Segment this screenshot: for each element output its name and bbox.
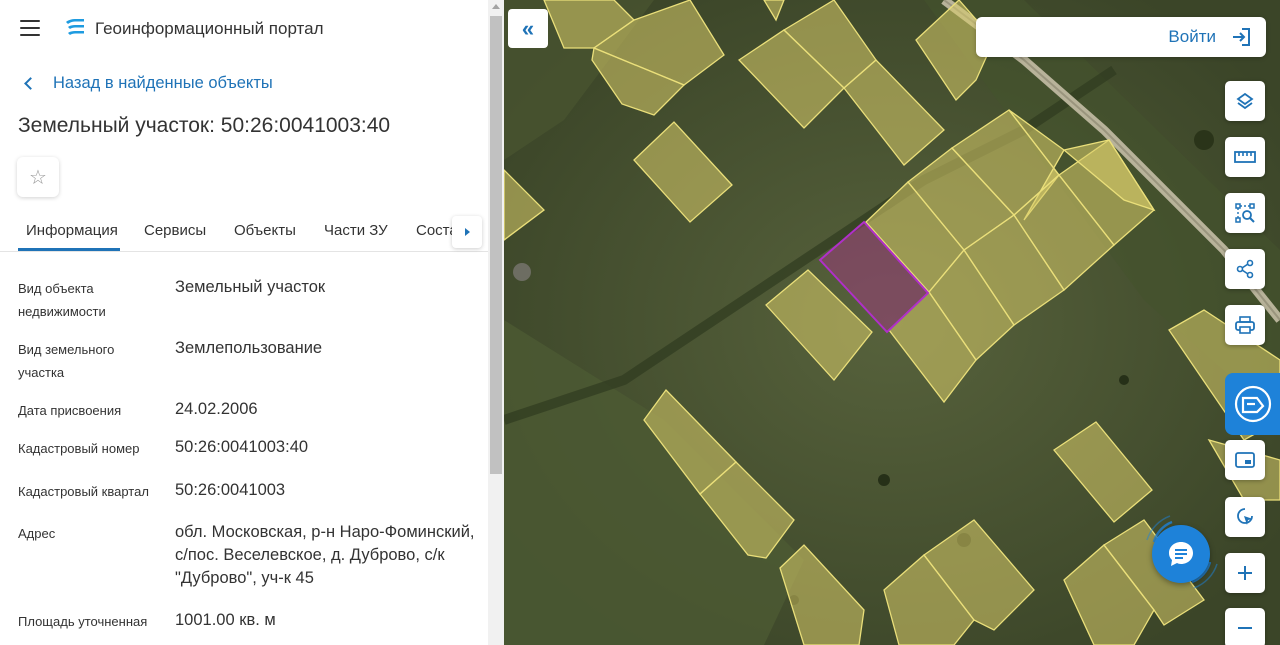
- panel-scrollbar[interactable]: [488, 0, 504, 645]
- double-chevron-left-icon: «: [521, 15, 535, 41]
- login-label: Войти: [1168, 27, 1216, 46]
- login-icon: [1233, 28, 1250, 46]
- active-tool-icon: [1234, 385, 1271, 423]
- value-cadastral-number[interactable]: 50:26:0041003:40: [175, 436, 475, 459]
- info-panel: Геоинформационный портал Назад в найденн…: [0, 0, 504, 645]
- area-select-button[interactable]: [1225, 193, 1265, 233]
- portal-logo-icon: [66, 19, 84, 35]
- scroll-thumb[interactable]: [490, 16, 502, 474]
- active-tab-indicator: [18, 248, 120, 251]
- tabs-scroll-right-button[interactable]: [452, 216, 482, 248]
- tab-bar: Информация Сервисы Объекты Части ЗУ Сост…: [0, 210, 488, 252]
- layers-icon: [1236, 92, 1254, 110]
- chevron-left-icon: [24, 77, 37, 90]
- label-parcel-type: Вид земельного участка: [18, 342, 115, 380]
- locate-icon: [1237, 508, 1253, 525]
- print-icon: [1235, 316, 1255, 334]
- label-cadastral-number: Кадастровый номер: [18, 441, 140, 456]
- back-link[interactable]: Назад в найденные объекты: [22, 74, 273, 93]
- minimap-button[interactable]: [1225, 440, 1265, 480]
- measure-button[interactable]: [1225, 137, 1265, 177]
- favorite-button[interactable]: ☆: [17, 157, 59, 197]
- tab-parts[interactable]: Части ЗУ: [324, 222, 388, 239]
- value-cadastral-quarter[interactable]: 50:26:0041003: [175, 479, 475, 502]
- tab-services[interactable]: Сервисы: [144, 222, 206, 239]
- locate-button[interactable]: [1225, 497, 1265, 537]
- label-area: Площадь уточненная: [18, 614, 148, 629]
- chat-button[interactable]: [1152, 525, 1210, 583]
- share-icon: [1236, 259, 1254, 279]
- ruler-icon: [1234, 151, 1256, 163]
- zoom-out-button[interactable]: [1225, 608, 1265, 645]
- page-title: Земельный участок: 50:26:0041003:40: [18, 114, 391, 137]
- label-assign-date: Дата присвоения: [18, 403, 122, 418]
- value-area: 1001.00 кв. м: [175, 611, 276, 629]
- chat-icon: [1169, 542, 1193, 566]
- scroll-up-arrow-icon[interactable]: [492, 4, 500, 9]
- tab-information[interactable]: Информация: [26, 222, 118, 239]
- zoom-in-icon: [1238, 566, 1252, 580]
- value-assign-date: 24.02.2006: [175, 400, 258, 418]
- star-icon: ☆: [29, 166, 47, 189]
- active-tool-button[interactable]: [1225, 373, 1280, 435]
- label-address: Адрес: [18, 526, 56, 541]
- value-address: обл. Московская, р-н Наро-Фоминский, с/п…: [175, 523, 475, 587]
- label-object-type: Вид объекта недвижимости: [18, 281, 106, 319]
- label-cadastral-quarter: Кадастровый квартал: [18, 484, 149, 499]
- login-button[interactable]: Войти: [976, 17, 1266, 57]
- hamburger-icon[interactable]: [20, 20, 40, 36]
- layers-button[interactable]: [1225, 81, 1265, 121]
- area-select-icon: [1235, 203, 1255, 223]
- caret-right-icon: [464, 228, 470, 236]
- back-link-label: Назад в найденные объекты: [53, 74, 273, 92]
- collapse-panel-button[interactable]: «: [508, 9, 548, 48]
- value-parcel-type: Землепользование: [175, 339, 323, 357]
- tab-objects[interactable]: Объекты: [234, 222, 296, 239]
- minimap-icon: [1235, 452, 1255, 468]
- value-object-type: Земельный участок: [175, 278, 326, 296]
- share-button[interactable]: [1225, 249, 1265, 289]
- zoom-out-icon: [1238, 627, 1252, 629]
- zoom-in-button[interactable]: [1225, 553, 1265, 593]
- portal-title: Геоинформационный портал: [95, 19, 324, 38]
- print-button[interactable]: [1225, 305, 1265, 345]
